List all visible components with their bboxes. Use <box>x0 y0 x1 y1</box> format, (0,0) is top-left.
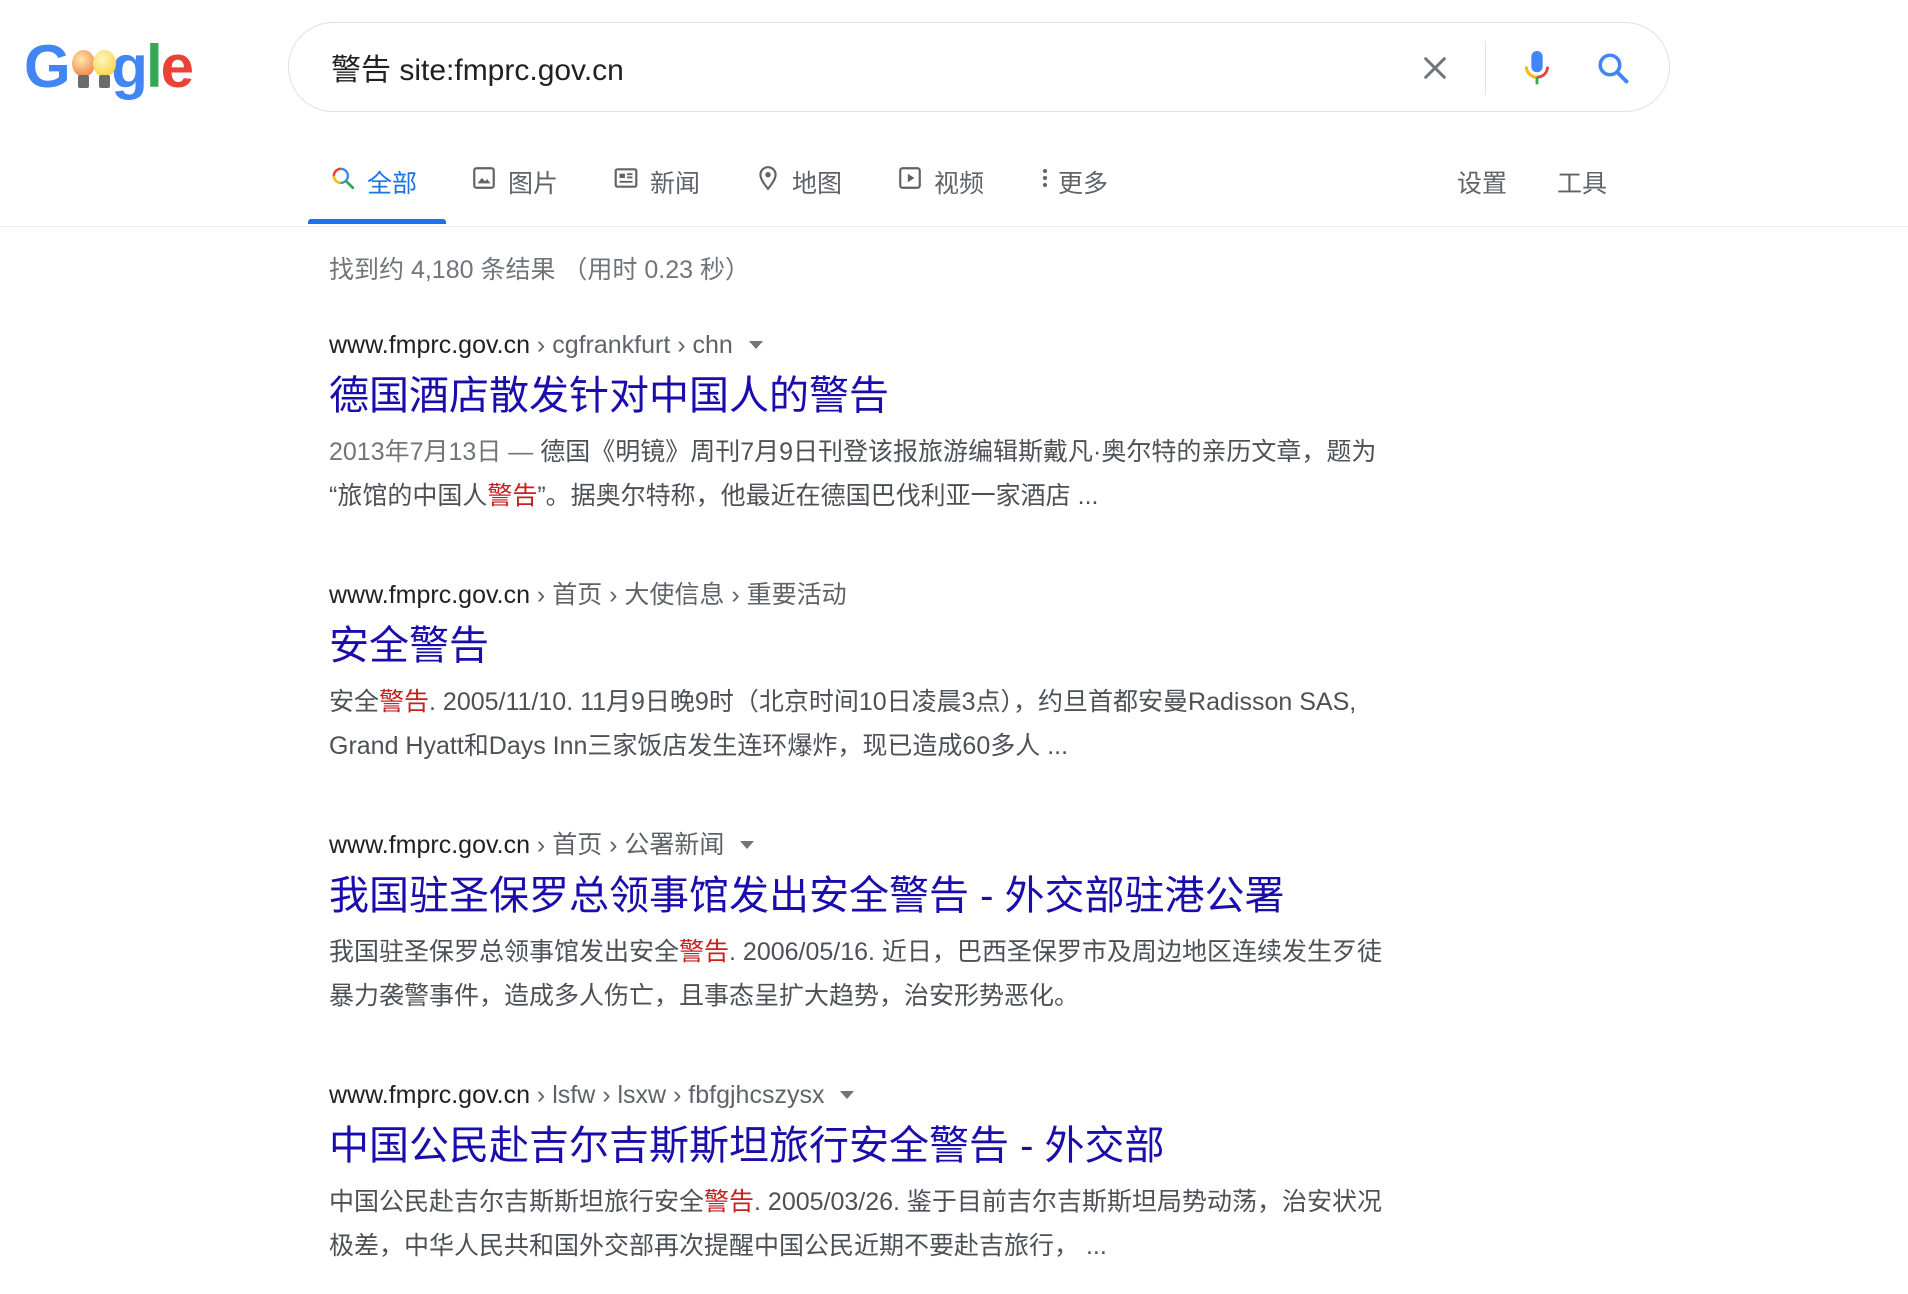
snippet-text: 中国公民赴吉尔吉斯斯坦旅行安全 <box>329 1188 705 1216</box>
tab-label: 更多 <box>1058 170 1109 198</box>
snippet-text: . 2005/11/10. 11月9日晚9时（北京时间10日凌晨3点），约旦首都… <box>429 688 1357 716</box>
bulb-icon <box>70 50 95 92</box>
result-path: › lsfw › lsxw › fbfgjhcszysx <box>529 1081 825 1109</box>
snippet-text: 暴力袭警事件，造成多人伤亡，且事态呈扩大趋势，治安形势恶化。 <box>329 982 1080 1010</box>
snippet-text: Grand Hyatt和Days Inn三家饭店发生连环爆炸，现已造成60多人 … <box>329 732 1069 760</box>
result-stats: 找到约 4,180 条结果 （用时 0.23 秒） <box>329 256 750 284</box>
result-title-link[interactable]: 我国驻圣保罗总领事馆发出安全警告 - 外交部驻港公署 <box>329 870 1519 922</box>
result-breadcrumb: www.fmprc.gov.cn › lsfw › lsxw › fbfgjhc… <box>329 1078 1519 1112</box>
tools-link[interactable]: 工具 <box>1557 164 1607 200</box>
result-site: www.fmprc.gov.cn <box>329 1081 530 1109</box>
search-result: www.fmprc.gov.cn › 首页 › 大使信息 › 重要活动 安全警告… <box>329 578 1519 768</box>
close-icon <box>1424 57 1446 79</box>
tab-news[interactable]: 新闻 <box>612 148 700 224</box>
tab-videos[interactable]: 视频 <box>896 148 984 224</box>
chevron-down-icon[interactable] <box>840 1091 855 1100</box>
result-snippet: 2013年7月13日 — 德国《明镜》周刊7月9日刊登该报旅游编辑斯戴凡·奥尔特… <box>329 430 1519 518</box>
mic-icon <box>1524 51 1550 85</box>
result-date: 2013年7月13日 — <box>329 438 541 466</box>
result-path: › 首页 › 公署新闻 <box>529 831 725 859</box>
result-title-link[interactable]: 安全警告 <box>329 620 1519 672</box>
logo-letter-l: l <box>145 33 163 100</box>
search-icon <box>1598 53 1629 84</box>
snippet-text: ”。据奥尔特称，他最近在德国巴伐利亚一家酒店 ... <box>537 482 1099 510</box>
result-breadcrumb: www.fmprc.gov.cn › 首页 › 大使信息 › 重要活动 <box>329 578 1519 612</box>
snippet-text: . 2005/03/26. 鉴于目前吉尔吉斯斯坦局势动荡，治安状况 <box>754 1188 1382 1216</box>
search-input[interactable] <box>331 23 1351 111</box>
result-breadcrumb: www.fmprc.gov.cn › 首页 › 公署新闻 <box>329 828 1519 862</box>
result-snippet: 安全警告. 2005/11/10. 11月9日晚9时（北京时间10日凌晨3点），… <box>329 680 1519 768</box>
snippet-text: 极差，中华人民共和国外交部再次提醒中国公民近期不要赴吉旅行， ... <box>329 1232 1107 1260</box>
search-icon <box>332 167 355 190</box>
search-tabs: 全部 图片 新闻 地图 视频 更多 设置 工具 <box>0 148 1908 227</box>
snippet-text: “旅馆的中国人 <box>329 482 488 510</box>
search-result: www.fmprc.gov.cn › 首页 › 公署新闻 我国驻圣保罗总领事馆发… <box>329 828 1519 1018</box>
google-logo[interactable]: G g l e <box>24 33 194 100</box>
map-pin-icon <box>759 166 777 191</box>
tab-label: 全部 <box>367 170 418 198</box>
result-title-link[interactable]: 中国公民赴吉尔吉斯斯坦旅行安全警告 - 外交部 <box>329 1120 1519 1172</box>
news-icon <box>614 168 638 188</box>
result-breadcrumb: www.fmprc.gov.cn › cgfrankfurt › chn <box>329 328 1519 362</box>
search-result: www.fmprc.gov.cn › lsfw › lsxw › fbfgjhc… <box>329 1078 1519 1268</box>
result-site: www.fmprc.gov.cn <box>329 831 530 859</box>
more-vert-icon <box>1043 169 1047 187</box>
video-icon <box>899 167 921 189</box>
voice-search-button[interactable] <box>1509 40 1565 96</box>
search-result: www.fmprc.gov.cn › cgfrankfurt › chn 德国酒… <box>329 328 1519 518</box>
tab-label: 视频 <box>934 170 985 198</box>
snippet-text: . 2006/05/16. 近日，巴西圣保罗市及周边地区连续发生歹徒 <box>729 938 1382 966</box>
snippet-highlight: 警告 <box>487 482 538 510</box>
snippet-text: 德国《明镜》周刊7月9日刊登该报旅游编辑斯戴凡·奥尔特的亲历文章，题为 <box>540 438 1377 466</box>
snippet-highlight: 警告 <box>679 938 730 966</box>
bulb-icon <box>91 50 116 92</box>
tab-more[interactable]: 更多 <box>1038 148 1108 224</box>
result-site: www.fmprc.gov.cn <box>329 331 530 359</box>
chevron-down-icon[interactable] <box>748 341 763 350</box>
snippet-highlight: 警告 <box>704 1188 755 1216</box>
result-site: www.fmprc.gov.cn <box>329 581 530 609</box>
snippet-text: 安全 <box>329 688 380 716</box>
logo-letter-g: G <box>24 33 71 100</box>
search-button[interactable] <box>1585 40 1641 96</box>
logo-letter-e: e <box>160 33 194 100</box>
chevron-down-icon[interactable] <box>740 841 755 850</box>
result-title-link[interactable]: 德国酒店散发针对中国人的警告 <box>329 370 1519 422</box>
snippet-highlight: 警告 <box>379 688 430 716</box>
result-path: › 首页 › 大使信息 › 重要活动 <box>529 581 847 609</box>
result-snippet: 中国公民赴吉尔吉斯斯坦旅行安全警告. 2005/03/26. 鉴于目前吉尔吉斯斯… <box>329 1180 1519 1268</box>
tab-label: 新闻 <box>650 170 701 198</box>
active-tab-indicator <box>308 219 446 224</box>
divider <box>1485 41 1486 95</box>
result-snippet: 我国驻圣保罗总领事馆发出安全警告. 2006/05/16. 近日，巴西圣保罗市及… <box>329 930 1519 1018</box>
settings-link[interactable]: 设置 <box>1457 164 1507 200</box>
logo-letter-g2: g <box>111 33 148 100</box>
clear-button[interactable] <box>1409 42 1461 94</box>
tab-label: 图片 <box>508 170 559 198</box>
tab-images[interactable]: 图片 <box>470 148 558 224</box>
tab-label: 地图 <box>792 170 843 198</box>
search-box <box>288 22 1670 112</box>
tab-maps[interactable]: 地图 <box>754 148 842 224</box>
result-path: › cgfrankfurt › chn <box>529 331 733 359</box>
tab-all[interactable]: 全部 <box>329 148 417 224</box>
snippet-text: 我国驻圣保罗总领事馆发出安全 <box>329 938 680 966</box>
image-icon <box>473 167 495 189</box>
